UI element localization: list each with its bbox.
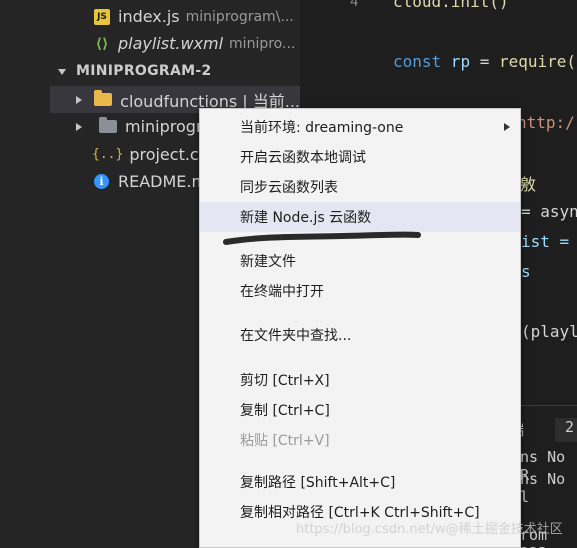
menu-item-sync-functions[interactable]: 同步云函数列表 — [200, 172, 520, 202]
chevron-right-icon — [75, 95, 83, 105]
panel-tab[interactable]: 2 — [555, 418, 577, 442]
menu-item-label: 新建 Node.js 云函数 — [240, 210, 372, 226]
annotation-scribble — [223, 231, 421, 245]
menu-item-label: 复制路径 [Shift+Alt+C] — [240, 475, 396, 491]
menu-item-find-in-folder[interactable]: 在文件夹中查找... — [200, 320, 520, 350]
menu-item-label: 在终端中打开 — [240, 284, 324, 300]
folder-icon — [99, 117, 117, 133]
code-line: ist = — [521, 232, 577, 251]
code-line: 敫 — [520, 175, 537, 194]
menu-item-label: 当前环境: dreaming-one — [240, 120, 404, 136]
code-line: const rp = require( — [393, 52, 577, 71]
section-header-miniprogram[interactable]: MINIPROGRAM-2 — [0, 58, 300, 84]
context-menu: 当前环境: dreaming-one 开启云函数本地调试 同步云函数列表 新建 … — [199, 108, 521, 548]
code-line: http:/ — [517, 113, 575, 132]
code-line: = asyn — [521, 202, 577, 221]
js-file-icon: JS — [94, 8, 110, 25]
menu-item-paste[interactable]: 粘贴 [Ctrl+V] — [200, 425, 520, 455]
menu-item-cut[interactable]: 剪切 [Ctrl+X] — [200, 365, 520, 395]
open-file-index-js[interactable]: JS index.js miniprogram\... — [0, 3, 300, 30]
chevron-right-icon — [75, 122, 85, 132]
chevron-down-icon — [58, 66, 68, 76]
file-path: miniprogram\... — [185, 8, 294, 25]
menu-item-label: 剪切 [Ctrl+X] — [240, 373, 330, 389]
menu-item-current-env[interactable]: 当前环境: dreaming-one — [200, 112, 520, 142]
file-path: minipro... — [229, 35, 296, 52]
code-line: s — [521, 262, 531, 281]
submenu-arrow-icon — [504, 123, 510, 131]
menu-item-open-in-terminal[interactable]: 在终端中打开 — [200, 276, 520, 306]
menu-item-label: 粘贴 [Ctrl+V] — [240, 433, 330, 449]
terminal-line: ns No l — [520, 470, 566, 506]
menu-item-label: 复制 [Ctrl+C] — [240, 403, 330, 419]
line-number: 4 — [350, 0, 359, 10]
info-file-icon: i — [94, 174, 109, 189]
json-file-icon: {..} — [92, 147, 124, 162]
menu-item-label: 开启云函数本地调试 — [240, 150, 366, 166]
open-file-playlist-wxml[interactable]: ⟨⟩ playlist.wxml minipro... — [0, 30, 300, 57]
menu-item-label: 同步云函数列表 — [240, 180, 338, 196]
watermark: https://blog.csdn.net/w@稀土掘金技术社区 — [296, 522, 563, 537]
file-name: playlist.wxml — [118, 34, 224, 53]
section-title: MINIPROGRAM-2 — [76, 63, 212, 79]
menu-item-copy[interactable]: 复制 [Ctrl+C] — [200, 395, 520, 425]
menu-item-new-file[interactable]: 新建文件 — [200, 246, 520, 276]
cloud-folder-icon — [94, 90, 113, 106]
menu-item-label: 新建文件 — [240, 254, 296, 270]
tree-item-label: README.m — [118, 172, 208, 191]
wxml-file-icon: ⟨⟩ — [95, 35, 109, 52]
code-line: (playl — [521, 322, 577, 341]
menu-item-copy-path[interactable]: 复制路径 [Shift+Alt+C] — [200, 467, 520, 497]
file-name: index.js — [118, 7, 180, 26]
menu-item-label: 在文件夹中查找... — [240, 328, 352, 344]
menu-item-local-debug[interactable]: 开启云函数本地调试 — [200, 142, 520, 172]
code-line: cloud.init() — [393, 0, 509, 11]
